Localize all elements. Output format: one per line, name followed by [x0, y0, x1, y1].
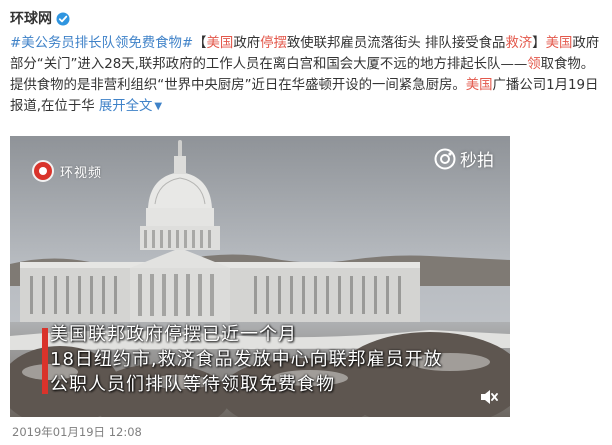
keyword-highlight[interactable]: 领: [527, 57, 540, 72]
watermark-huanvideo: 环视频: [32, 160, 102, 182]
body-text: 政府: [233, 36, 261, 51]
chevron-down-icon: ▼: [154, 101, 163, 112]
author-row: 环球网: [10, 8, 70, 28]
bracket-open: 【: [193, 36, 207, 51]
watermark-right-text: 秒拍: [460, 151, 494, 171]
caption-line: 美国联邦政府停摆已近一个月: [50, 324, 297, 345]
post-timestamp[interactable]: 2019年01月19日 12:08: [12, 424, 142, 440]
bracket-close: 】: [532, 36, 546, 51]
body-text: 致使联邦雇员流落街头 排队接受食品: [286, 36, 506, 51]
keyword-highlight[interactable]: 美国: [207, 36, 234, 51]
keyword-highlight[interactable]: 美国: [546, 36, 573, 51]
keyword-highlight[interactable]: 救济: [505, 36, 532, 51]
expand-full-text-link[interactable]: 展开全文 ▼: [99, 99, 162, 114]
caption-line: 18日纽约市,救济食品发放中心向联邦雇员开放: [50, 349, 443, 370]
watermark-miaopai: 秒拍: [434, 146, 494, 171]
speaker-muted-icon[interactable]: [480, 389, 498, 405]
video-caption: 美国联邦政府停摆已近一个月 18日纽约市,救济食品发放中心向联邦雇员开放 公职人…: [42, 322, 500, 397]
expand-label: 展开全文: [98, 99, 153, 114]
keyword-highlight[interactable]: 停摆: [260, 36, 287, 51]
video-player[interactable]: 环视频 秒拍 美国联邦政府停摆已近一个月 18日纽约市,救济食品发放中心向联邦雇…: [10, 136, 510, 417]
author-name[interactable]: 环球网: [10, 8, 52, 28]
hashtag-link[interactable]: #美公务员排长队领免费食物#: [10, 36, 193, 51]
caption-line: 公职人员们排队等待领取免费食物: [50, 374, 335, 395]
post-body: #美公务员排长队领免费食物#【美国政府停摆致使联邦雇员流落街头 排队接受食品救济…: [10, 33, 606, 117]
weibo-post: 环球网 #美公务员排长队领免费食物#【美国政府停摆致使联邦雇员流落街头 排队接受…: [0, 0, 612, 445]
watermark-left-text: 环视频: [60, 165, 103, 181]
huanvideo-logo-icon: [32, 160, 54, 182]
keyword-highlight[interactable]: 美国: [466, 78, 493, 93]
miaopai-logo-icon: [434, 148, 456, 169]
caption-accent-bar: [42, 328, 48, 394]
verified-icon: [56, 11, 70, 26]
